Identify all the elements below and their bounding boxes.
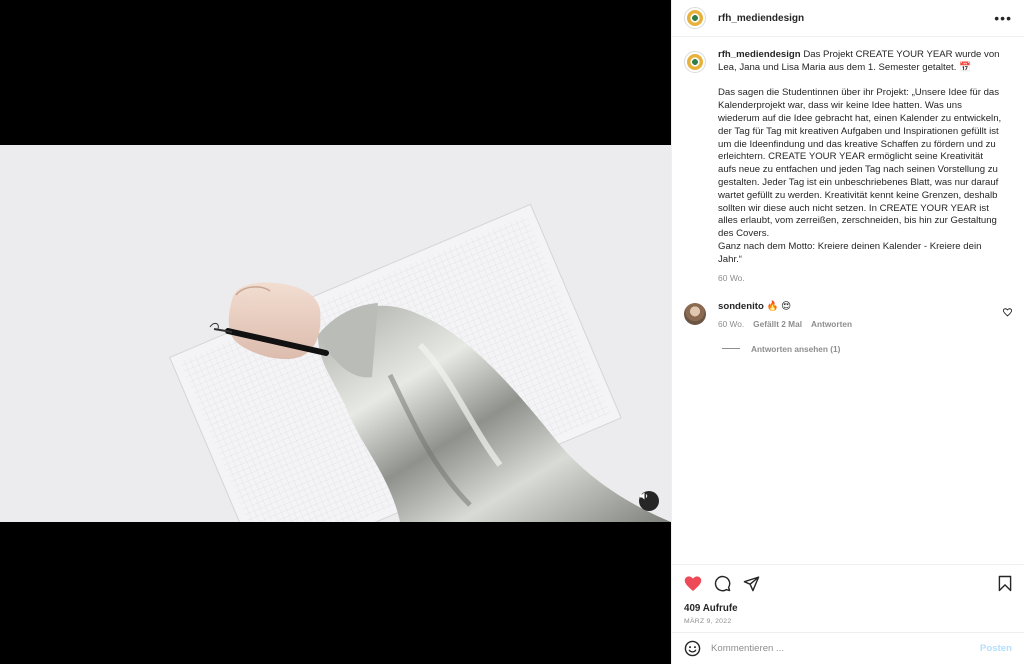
bookmark-icon [998,575,1012,591]
caption-username[interactable]: rfh_mediendesign [718,49,801,60]
comment-likes[interactable]: Gefällt 2 Mal [753,319,802,329]
emoji-icon[interactable] [684,640,701,657]
caption-text: rfh_mediendesign Das Projekt CREATE YOUR… [718,49,1003,267]
comment-item: sondenito 🔥 😍 60 Wo. Gefällt 2 Mal Antwo… [684,301,1012,329]
video-frame[interactable] [0,145,671,522]
reply-button[interactable]: Antworten [811,319,852,329]
author-username[interactable]: rfh_mediendesign [718,13,804,24]
comment-meta: 60 Wo. Gefällt 2 Mal Antworten [718,319,852,329]
video-player[interactable] [0,0,671,664]
commenter-username[interactable]: sondenito [718,301,764,312]
caption-timestamp: 60 Wo. [718,272,745,283]
logo-icon [687,10,703,26]
view-replies-button[interactable]: Antworten ansehen (1) [722,344,1012,354]
comment-content: 🔥 😍 [766,300,792,312]
post-comment-button[interactable]: Posten [980,643,1012,654]
post-sidebar: rfh_mediendesign ••• rfh_mediendesign Da… [671,0,1024,664]
more-options-button[interactable]: ••• [994,11,1012,25]
action-bar [684,565,1012,601]
caption-avatar[interactable] [684,51,706,73]
commenter-avatar[interactable] [684,302,706,325]
logo-icon [687,54,703,70]
caption-content: Das Projekt CREATE YOUR YEAR wurde von L… [718,49,1002,265]
comment-body: sondenito 🔥 😍 60 Wo. Gefällt 2 Mal Antwo… [718,301,852,329]
replies-divider [722,348,740,350]
post-header: rfh_mediendesign ••• [672,0,1024,37]
post-date: MÄRZ 9, 2022 [684,618,732,625]
mute-button[interactable] [639,491,659,511]
comments-section: rfh_mediendesign Das Projekt CREATE YOUR… [672,37,1024,564]
share-button[interactable] [743,575,760,592]
comment-button[interactable] [714,575,731,592]
comment-input[interactable] [711,643,980,654]
comment-text: sondenito 🔥 😍 [718,301,852,312]
avatar[interactable] [684,7,706,29]
comment-icon [714,575,731,591]
instagram-post-view: rfh_mediendesign ••• rfh_mediendesign Da… [0,0,1024,664]
post-caption: rfh_mediendesign Das Projekt CREATE YOUR… [684,49,1012,283]
post-actions-area: 409 Aufrufe MÄRZ 9, 2022 [672,564,1024,632]
comment-timestamp: 60 Wo. [718,318,745,329]
view-replies-label: Antworten ansehen (1) [751,343,841,354]
caption-body: rfh_mediendesign Das Projekt CREATE YOUR… [718,49,1003,283]
comment-composer: Posten [672,632,1024,664]
comment-like-icon[interactable] [1003,307,1012,317]
like-button[interactable] [684,575,702,592]
save-button[interactable] [998,575,1012,592]
mute-icon [640,492,648,500]
heart-icon [684,575,702,591]
video-still [0,145,671,522]
share-icon [743,575,760,591]
view-count[interactable]: 409 Aufrufe [684,603,1012,614]
